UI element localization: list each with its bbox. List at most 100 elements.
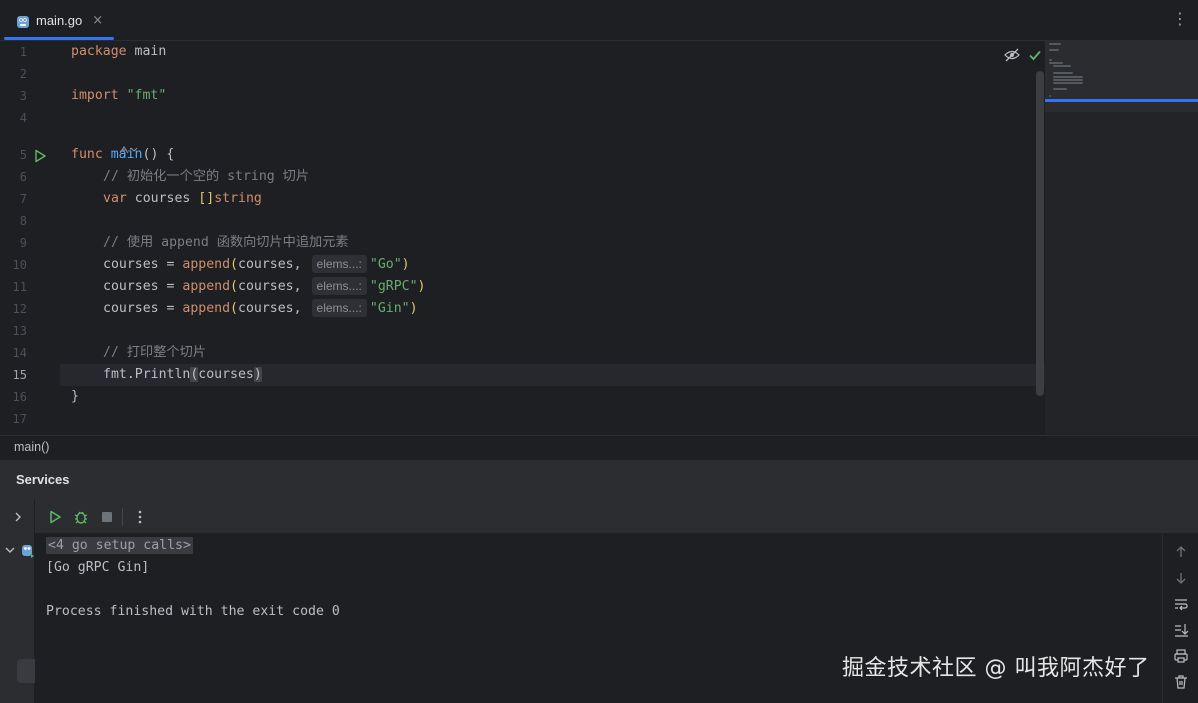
line-number: 5 xyxy=(19,148,27,162)
code-area[interactable]: package main import "fmt" func main() { … xyxy=(60,41,1035,435)
code-line: // 初始化一个空的 string 切片 xyxy=(103,166,309,188)
string-literal: "fmt" xyxy=(126,88,167,103)
identifier: courses xyxy=(126,191,199,206)
tab-main-go[interactable]: main.go × xyxy=(8,0,109,41)
line-number: 8 xyxy=(19,214,27,228)
assignment: courses = xyxy=(103,257,183,272)
stop-icon[interactable] xyxy=(99,509,115,525)
code-line: func main() { xyxy=(71,144,174,166)
line-number: 13 xyxy=(12,324,27,338)
code-line: } xyxy=(71,386,79,408)
code-line-current: fmt.Println(courses) xyxy=(103,364,262,386)
more-options-icon[interactable]: ⋮ xyxy=(1172,10,1188,28)
identifier: courses xyxy=(198,367,254,382)
debug-icon[interactable] xyxy=(73,509,89,525)
minimap-line xyxy=(1049,59,1052,61)
function-call: Println xyxy=(134,367,191,382)
builtin-function: append xyxy=(182,279,231,294)
keyword: import xyxy=(71,88,119,103)
paren: ( xyxy=(230,257,238,272)
soft-wrap-icon[interactable] xyxy=(1173,596,1189,612)
code-vision-hint[interactable] xyxy=(71,126,139,154)
paren: ) xyxy=(417,279,426,294)
line-number: 16 xyxy=(12,390,27,404)
identifier: main xyxy=(126,44,167,59)
tab-label: main.go xyxy=(36,13,83,28)
editor-status-icons xyxy=(1004,47,1042,66)
string-literal: "gRPC" xyxy=(369,279,418,294)
builtin-function: append xyxy=(182,301,231,316)
minimap-line xyxy=(1049,62,1063,64)
identifier: courses, xyxy=(238,279,302,294)
active-tab-indicator xyxy=(4,37,114,40)
parameter-hint: elems...: xyxy=(311,255,367,273)
arrow-up-icon[interactable] xyxy=(1173,544,1189,560)
run-icon[interactable] xyxy=(47,509,63,525)
check-icon[interactable] xyxy=(1028,47,1042,66)
more-options-icon[interactable] xyxy=(132,509,148,525)
keyword: package xyxy=(71,44,127,59)
minimap-line xyxy=(1053,79,1083,81)
line-number: 6 xyxy=(19,170,27,184)
code-line: import "fmt" xyxy=(71,85,166,107)
paren: ( xyxy=(230,279,238,294)
line-number: 11 xyxy=(12,280,27,294)
watermark: 掘金技术社区 @ 叫我阿杰好了 xyxy=(842,656,1150,681)
editor-scrollbar[interactable] xyxy=(1036,71,1044,396)
trash-icon[interactable] xyxy=(1173,674,1189,690)
string-literal: "Go" xyxy=(369,257,402,272)
comment: // 初始化一个空的 string 切片 xyxy=(103,169,310,184)
minimap[interactable] xyxy=(1045,41,1198,435)
comment: // 打印整个切片 xyxy=(103,345,206,360)
line-number: 3 xyxy=(19,89,27,103)
minimap-line xyxy=(1053,76,1083,78)
arrow-down-icon[interactable] xyxy=(1173,570,1189,586)
services-toolbar xyxy=(35,499,1198,534)
code-line: var courses []string xyxy=(103,188,262,210)
line-number: 4 xyxy=(19,111,27,125)
run-gutter-icon[interactable] xyxy=(33,148,47,163)
go-run-config-icon[interactable] xyxy=(22,543,34,558)
paren: ) xyxy=(409,301,418,316)
line-number: 10 xyxy=(12,258,27,272)
scroll-to-end-icon[interactable] xyxy=(1173,622,1189,638)
brackets: [] xyxy=(198,191,215,206)
breadcrumb[interactable]: main() xyxy=(14,440,49,454)
minimap-line xyxy=(1049,95,1051,97)
services-panel-header: Services xyxy=(0,459,1198,499)
chevron-right-icon[interactable] xyxy=(10,509,26,525)
chevron-down-icon[interactable] xyxy=(2,542,18,558)
line-number: 17 xyxy=(12,412,27,426)
folded-setup-calls[interactable]: <4 go setup calls> xyxy=(46,537,193,554)
minimap-line xyxy=(1053,72,1073,74)
code-line: package main xyxy=(71,41,166,63)
collapsed-panel-tab[interactable] xyxy=(17,659,35,683)
brace: { xyxy=(158,147,175,162)
minimap-line xyxy=(1053,88,1067,90)
package-ref: fmt. xyxy=(103,367,135,382)
minimap-line xyxy=(1049,49,1059,51)
line-number-gutter: 1 2 3 4 5 6 7 8 9 10 11 12 13 14 15 16 1… xyxy=(0,41,60,435)
line-number: 14 xyxy=(12,346,27,360)
minimap-line xyxy=(1049,43,1061,45)
function-name: main xyxy=(110,147,143,162)
parameter-hint: elems...: xyxy=(311,299,367,317)
console-output-line: [Go gRPC Gin] xyxy=(46,560,150,575)
editor-tab-bar: main.go × ⋮ xyxy=(0,0,1198,41)
hide-icon[interactable] xyxy=(1004,47,1020,66)
code-line: // 打印整个切片 xyxy=(103,342,206,364)
print-icon[interactable] xyxy=(1173,648,1189,664)
console-line: <4 go setup calls> xyxy=(46,535,193,557)
line-number: 1 xyxy=(19,45,27,59)
code-editor[interactable]: 1 2 3 4 5 6 7 8 9 10 11 12 13 14 15 16 1… xyxy=(0,41,1198,435)
assignment: courses = xyxy=(103,301,183,316)
builtin-function: append xyxy=(182,257,231,272)
code-line: // 使用 append 函数向切片中追加元素 xyxy=(103,232,349,254)
tab-close-icon[interactable]: × xyxy=(92,13,103,28)
brace: } xyxy=(71,389,79,404)
breadcrumb-bar: main() xyxy=(0,435,1198,459)
paren: ) xyxy=(401,257,410,272)
code-line: courses = append(courses, elems...: "Gin") xyxy=(103,298,418,320)
line-number: 12 xyxy=(12,302,27,316)
line-number: 7 xyxy=(19,192,27,206)
